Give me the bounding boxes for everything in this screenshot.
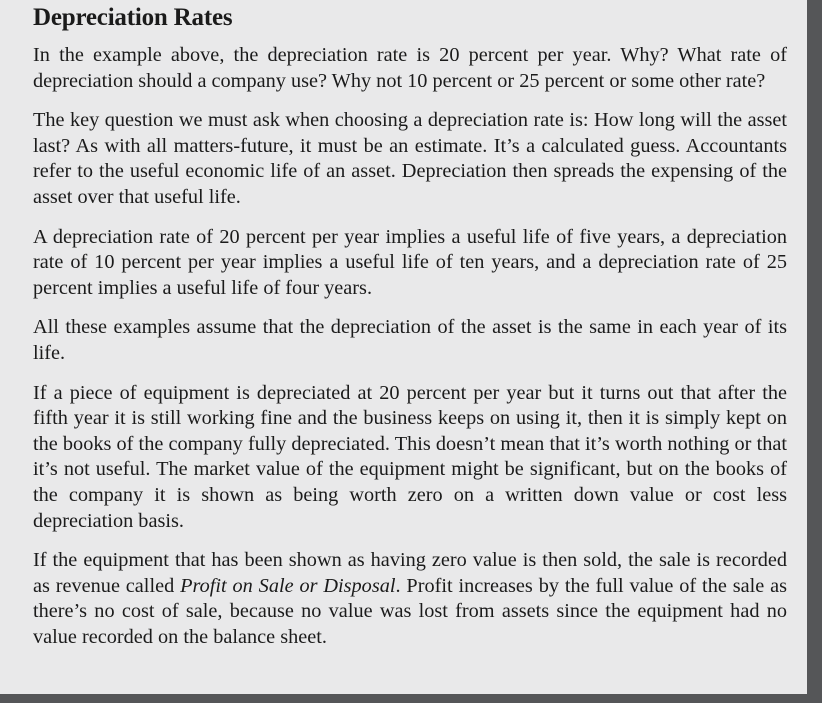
paragraph-rate-examples: A depreciation rate of 20 percent per ye… [33,225,787,299]
disposal-term-emphasis: Profit on Sale or Disposal [180,574,396,597]
document-panel: Depreciation Rates In the example above,… [0,0,807,694]
paragraph-disposal: If the equipment that has been shown as … [33,548,787,650]
paragraph-useful-life: The key question we must ask when choosi… [33,109,787,208]
paragraph-straight-line-assumption: All these examples assume that the depre… [33,316,787,364]
paragraph-rate-question: In the example above, the depreciation r… [33,44,787,92]
paragraph-fully-depreciated: If a piece of equipment is depreciated a… [33,381,787,532]
section-title: Depreciation Rates [33,4,233,31]
